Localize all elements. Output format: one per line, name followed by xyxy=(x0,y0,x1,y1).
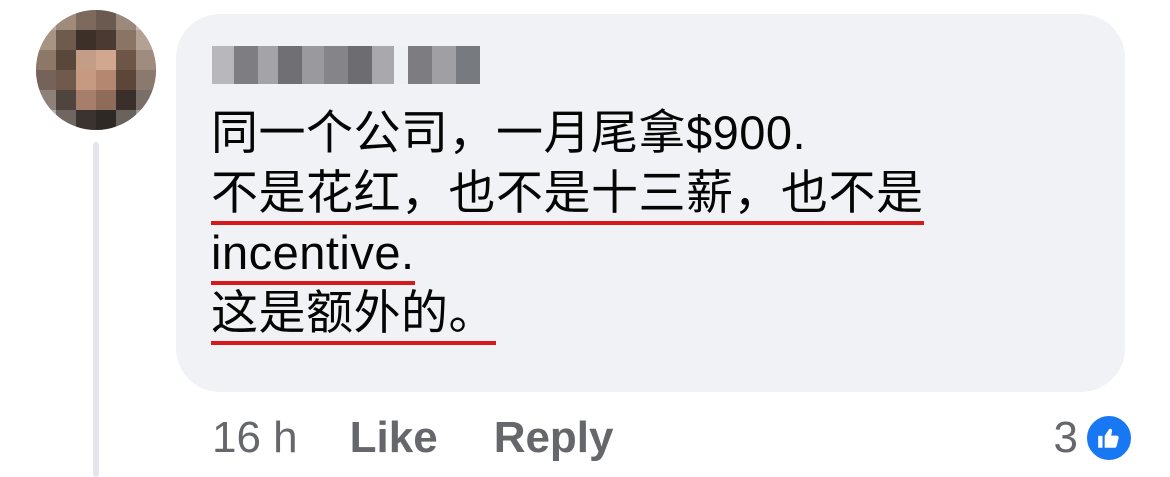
comment-text: 同一个公司，一月尾拿$900. 不是花红，也不是十三薪，也不是 incentiv… xyxy=(211,103,1101,345)
like-icon xyxy=(1084,413,1134,463)
avatar[interactable] xyxy=(36,10,156,130)
author-name-redacted[interactable] xyxy=(212,46,480,84)
timestamp[interactable]: 16 h xyxy=(212,413,298,463)
thread-line xyxy=(93,142,99,477)
reaction-count: 3 xyxy=(1053,413,1078,462)
comment-line-underlined: 这是额外的。 xyxy=(211,287,496,345)
comment-line-underlined: incentive. xyxy=(211,227,415,285)
comment-actions: 16 h Like Reply xyxy=(212,412,670,464)
reaction-summary[interactable]: 3 xyxy=(1054,410,1134,466)
comment-line: 同一个公司，一月尾拿$900. xyxy=(211,106,807,159)
like-button[interactable]: Like xyxy=(350,413,438,463)
reply-button[interactable]: Reply xyxy=(494,413,614,463)
comment-line-underlined: 不是花红，也不是十三薪，也不是 xyxy=(211,167,924,225)
